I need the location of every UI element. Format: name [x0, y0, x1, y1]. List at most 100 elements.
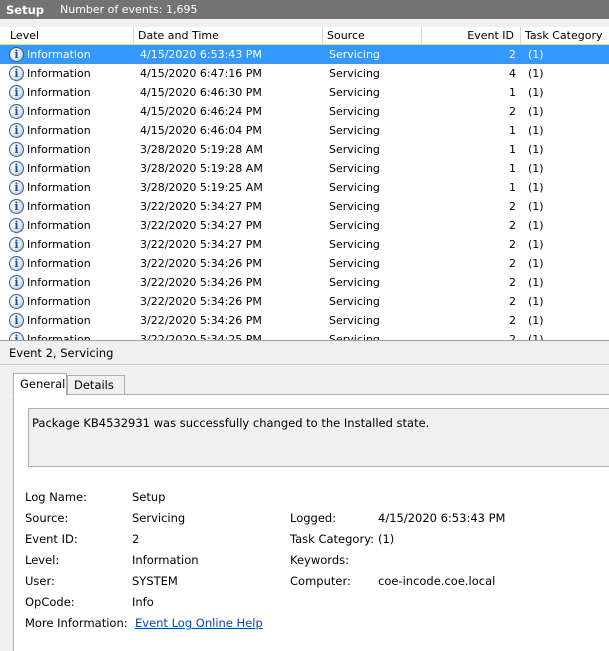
table-row[interactable]: Information 3/22/2020 5:34:25 PM Servicing…	[0, 330, 609, 341]
events-grid[interactable]: Level Date and Time Source Event ID Task…	[0, 27, 609, 341]
cell-task-category: (1)	[528, 48, 544, 61]
value-event-id: 2	[132, 532, 140, 546]
log-header-bar: Setup Number of events: 1,695	[0, 0, 609, 19]
cell-task-category: (1)	[528, 333, 544, 341]
column-header-event-id[interactable]: Event ID	[422, 27, 521, 45]
cell-date: 3/22/2020 5:34:27 PM	[140, 219, 262, 232]
information-icon	[9, 85, 24, 100]
cell-task-category: (1)	[528, 162, 544, 175]
event-count: Number of events: 1,695	[60, 3, 198, 16]
cell-date: 3/22/2020 5:34:27 PM	[140, 200, 262, 213]
information-icon	[9, 66, 24, 81]
cell-date: 4/15/2020 6:46:24 PM	[140, 105, 262, 118]
cell-event-id: 4	[509, 67, 516, 80]
table-row[interactable]: Information 3/28/2020 5:19:28 AM Servicing…	[0, 159, 609, 178]
column-header-date[interactable]: Date and Time	[134, 27, 323, 45]
cell-event-id: 1	[509, 143, 516, 156]
cell-event-id: 2	[509, 105, 516, 118]
cell-task-category: (1)	[528, 219, 544, 232]
column-header-level[interactable]: Level	[6, 27, 134, 45]
cell-level: Information	[27, 105, 91, 118]
cell-event-id: 2	[509, 238, 516, 251]
cell-date: 3/28/2020 5:19:28 AM	[140, 162, 263, 175]
information-icon	[9, 218, 24, 233]
column-header-source[interactable]: Source	[323, 27, 422, 45]
cell-date: 3/22/2020 5:34:25 PM	[140, 333, 262, 341]
table-row[interactable]: Information 3/22/2020 5:34:27 PM Servicing…	[0, 216, 609, 235]
cell-event-id: 1	[509, 181, 516, 194]
table-row[interactable]: Information 4/15/2020 6:46:04 PM Servicing…	[0, 121, 609, 140]
cell-event-id: 2	[509, 314, 516, 327]
column-header-task-category[interactable]: Task Category	[521, 27, 609, 45]
value-level: Information	[132, 553, 199, 567]
event-log-online-help-link[interactable]: Event Log Online Help	[135, 616, 263, 630]
label-more-info: More Information:	[25, 616, 128, 630]
cell-source: Servicing	[329, 333, 380, 341]
cell-date: 3/28/2020 5:19:25 AM	[140, 181, 263, 194]
event-detail-title: Event 2, Servicing	[0, 341, 609, 365]
cell-source: Servicing	[329, 143, 380, 156]
table-row[interactable]: Information 4/15/2020 6:46:24 PM Servicing…	[0, 102, 609, 121]
cell-event-id: 2	[509, 219, 516, 232]
cell-level: Information	[27, 257, 91, 270]
cell-task-category: (1)	[528, 276, 544, 289]
information-icon	[9, 237, 24, 252]
table-row[interactable]: Information 4/15/2020 6:47:16 PM Servicing…	[0, 64, 609, 83]
tab-details[interactable]: Details	[67, 375, 125, 395]
cell-source: Servicing	[329, 200, 380, 213]
cell-source: Servicing	[329, 162, 380, 175]
cell-event-id: 2	[509, 257, 516, 270]
cell-event-id: 1	[509, 86, 516, 99]
cell-source: Servicing	[329, 86, 380, 99]
cell-date: 3/22/2020 5:34:26 PM	[140, 257, 262, 270]
cell-task-category: (1)	[528, 257, 544, 270]
table-row[interactable]: Information 3/28/2020 5:19:25 AM Servicing…	[0, 178, 609, 197]
table-row[interactable]: Information 3/22/2020 5:34:26 PM Servicing…	[0, 311, 609, 330]
table-row[interactable]: Information 3/22/2020 5:34:26 PM Servicing…	[0, 254, 609, 273]
information-icon	[9, 275, 24, 290]
information-icon	[9, 47, 24, 62]
information-icon	[9, 256, 24, 271]
cell-source: Servicing	[329, 238, 380, 251]
cell-task-category: (1)	[528, 86, 544, 99]
cell-level: Information	[27, 276, 91, 289]
value-opcode: Info	[132, 595, 154, 609]
cell-source: Servicing	[329, 67, 380, 80]
cell-source: Servicing	[329, 276, 380, 289]
cell-level: Information	[27, 333, 91, 341]
cell-source: Servicing	[329, 257, 380, 270]
cell-source: Servicing	[329, 124, 380, 137]
table-row[interactable]: Information 3/22/2020 5:34:27 PM Servicing…	[0, 197, 609, 216]
cell-task-category: (1)	[528, 67, 544, 80]
cell-level: Information	[27, 314, 91, 327]
information-icon	[9, 161, 24, 176]
information-icon	[9, 142, 24, 157]
cell-level: Information	[27, 67, 91, 80]
cell-event-id: 2	[509, 276, 516, 289]
table-row[interactable]: Information 4/15/2020 6:46:30 PM Servicing…	[0, 83, 609, 102]
cell-date: 4/15/2020 6:46:04 PM	[140, 124, 262, 137]
column-header-row: Level Date and Time Source Event ID Task…	[0, 27, 609, 45]
value-source: Servicing	[132, 511, 186, 525]
cell-event-id: 2	[509, 333, 516, 341]
table-row[interactable]: Information 3/22/2020 5:34:26 PM Servicing…	[0, 273, 609, 292]
information-icon	[9, 313, 24, 328]
cell-level: Information	[27, 238, 91, 251]
table-row[interactable]: Information 3/22/2020 5:34:26 PM Servicing…	[0, 292, 609, 311]
cell-source: Servicing	[329, 48, 380, 61]
cell-date: 4/15/2020 6:47:16 PM	[140, 67, 262, 80]
label-log-name: Log Name:	[25, 490, 87, 504]
cell-task-category: (1)	[528, 105, 544, 118]
cell-task-category: (1)	[528, 238, 544, 251]
cell-source: Servicing	[329, 105, 380, 118]
tab-general[interactable]: General	[13, 373, 67, 396]
cell-source: Servicing	[329, 314, 380, 327]
table-row[interactable]: Information 3/28/2020 5:19:28 AM Servicing…	[0, 140, 609, 159]
event-message[interactable]: Package KB4532931 was successfully chang…	[28, 408, 609, 467]
cell-date: 3/22/2020 5:34:26 PM	[140, 295, 262, 308]
value-user: SYSTEM	[132, 574, 178, 588]
label-opcode: OpCode:	[25, 595, 75, 609]
table-row[interactable]: Information 3/22/2020 5:34:27 PM Servicing…	[0, 235, 609, 254]
table-row[interactable]: Information 4/15/2020 6:53:43 PM Servicing…	[0, 45, 609, 64]
cell-level: Information	[27, 181, 91, 194]
